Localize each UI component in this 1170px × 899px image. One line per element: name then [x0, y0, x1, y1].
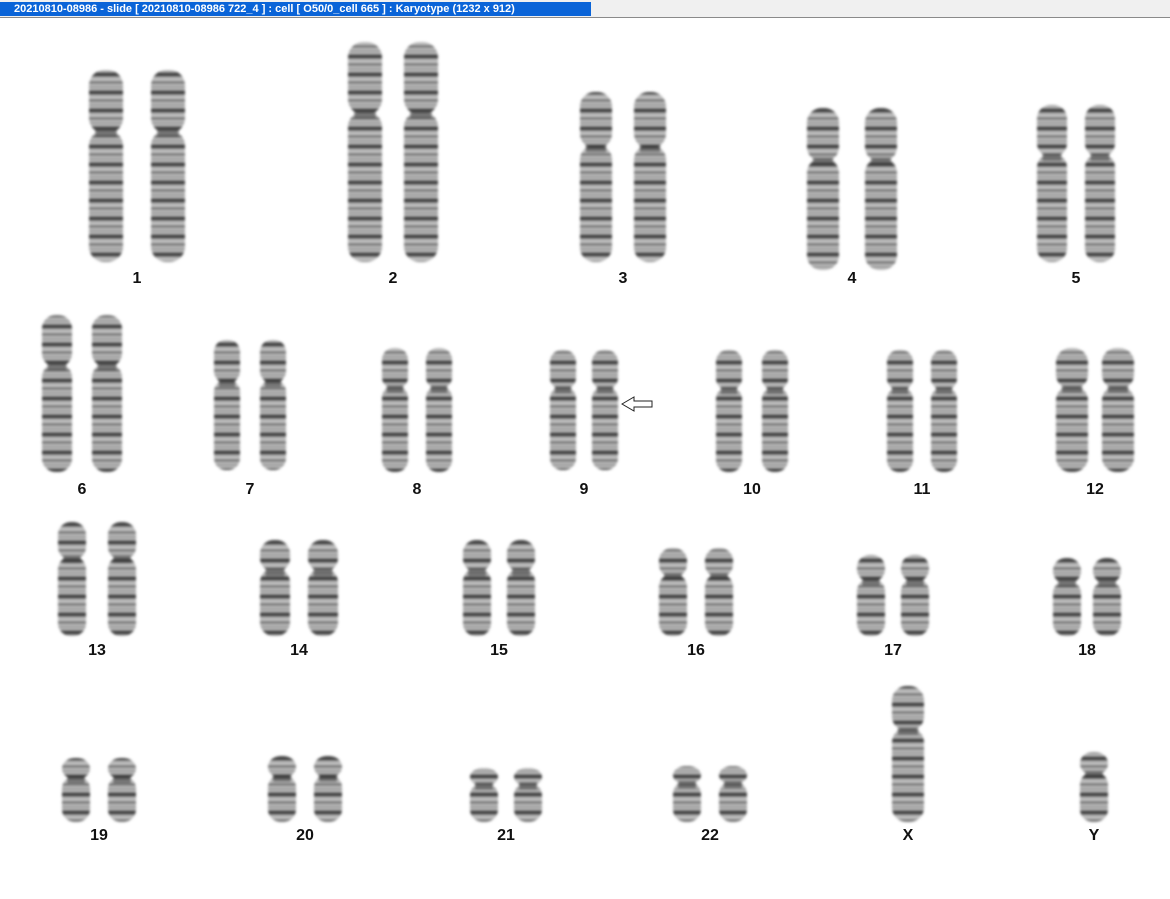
- chromosome-21-a: [470, 768, 498, 822]
- chromosome-label: 11: [914, 481, 931, 498]
- chromosome-pair-13: 13: [58, 522, 136, 659]
- chromosome-8-b: [426, 348, 452, 472]
- chromosome-pair-16: 16: [659, 548, 733, 659]
- chromosome-pair-19: 19: [62, 758, 136, 844]
- chromosome-4-a: [807, 108, 839, 270]
- chromosome-pair-21: 21: [470, 768, 542, 844]
- chromosome-6-b: [92, 315, 122, 472]
- chromosome-label: 12: [1086, 481, 1104, 498]
- chromosome-1-b: [151, 70, 185, 262]
- chromosome-pair-17: 17: [857, 555, 929, 659]
- chromosome-5-b: [1085, 105, 1115, 262]
- chromosome-label: 2: [389, 270, 398, 287]
- chromosome-x: [892, 686, 924, 822]
- chromosome-17-b: [901, 555, 929, 636]
- chromosome-1-a: [89, 70, 123, 262]
- chromosome-22-a: [673, 766, 701, 822]
- chromosome-16-b: [705, 548, 733, 636]
- chromosome-label: 18: [1078, 642, 1096, 659]
- chromosome-3-b: [634, 92, 666, 262]
- chromosome-label: 9: [580, 481, 589, 498]
- karyogram: 1 2 3 4 56 7 8 9 10 11 1213 14 15 16 17 1819 20 21 22 X Y: [42, 42, 1134, 844]
- chromosome-14-a: [260, 540, 290, 636]
- chromosome-16-a: [659, 548, 687, 636]
- chromosome-label: X: [903, 827, 914, 844]
- chromosome-14-b: [308, 540, 338, 636]
- chromosome-pair-y: Y: [1080, 752, 1108, 844]
- chromosome-13-b: [108, 522, 136, 636]
- chromosome-12-a: [1056, 348, 1088, 472]
- chromosome-label: 1: [133, 270, 142, 287]
- chromosome-pair-20: 20: [268, 756, 342, 844]
- chromosome-label: Y: [1089, 827, 1100, 844]
- chromosome-10-a: [716, 350, 742, 472]
- chromosome-pair-22: 22: [673, 766, 747, 844]
- chromosome-pair-2: 2: [348, 42, 438, 287]
- chromosome-17-a: [857, 555, 885, 636]
- chromosome-pair-14: 14: [260, 540, 338, 659]
- chromosome-11-b: [931, 350, 957, 472]
- chromosome-label: 20: [296, 827, 314, 844]
- chromosome-10-b: [762, 350, 788, 472]
- chromosome-pair-8: 8: [382, 348, 452, 498]
- chromosome-pair-18: 18: [1053, 558, 1121, 659]
- chromosome-label: 5: [1072, 270, 1081, 287]
- chromosome-20-a: [268, 756, 296, 822]
- chromosome-label: 7: [246, 481, 255, 498]
- chromosome-pair-7: 7: [214, 340, 286, 498]
- chromosome-label: 22: [701, 827, 719, 844]
- chromosome-label: 16: [687, 642, 705, 659]
- chromosome-label: 4: [848, 270, 857, 287]
- chromosome-18-b: [1093, 558, 1121, 636]
- chromosome-pair-5: 5: [1037, 105, 1115, 287]
- chromosome-9-b: [592, 350, 618, 470]
- chromosome-label: 3: [619, 270, 628, 287]
- chromosome-label: 15: [490, 642, 508, 659]
- window-titlebar: 20210810-08986 - slide [ 20210810-08986 …: [0, 0, 1170, 18]
- chromosome-pair-3: 3: [580, 92, 666, 287]
- chromosome-6-a: [42, 315, 72, 472]
- chromosome-20-b: [314, 756, 342, 822]
- window-title: 20210810-08986 - slide [ 20210810-08986 …: [0, 2, 591, 16]
- chromosome-label: 14: [290, 642, 308, 659]
- chromosome-12-b: [1102, 348, 1134, 472]
- chromosome-21-b: [514, 768, 542, 822]
- chromosome-13-a: [58, 522, 86, 636]
- chromosome-label: 10: [743, 481, 761, 498]
- chromosome-2-a: [348, 42, 382, 262]
- chromosome-3-a: [580, 92, 612, 262]
- chromosome-label: 8: [413, 481, 422, 498]
- chromosome-label: 19: [90, 827, 108, 844]
- chromosome-label: 21: [497, 827, 515, 844]
- chromosome-pair-10: 10: [716, 350, 788, 498]
- chromosome-15-a: [463, 540, 491, 636]
- abnormality-arrow-icon: [621, 396, 653, 412]
- chromosome-pair-4: 4: [807, 108, 897, 287]
- chromosome-7-a: [214, 340, 240, 470]
- chromosome-9-a: [550, 350, 576, 470]
- chromosome-pair-11: 11: [887, 350, 957, 498]
- chromosome-19-a: [62, 758, 90, 822]
- chromosome-label: 17: [884, 642, 902, 659]
- chromosome-15-b: [507, 540, 535, 636]
- chromosome-4-b: [865, 108, 897, 270]
- chromosome-pair-6: 6: [42, 315, 122, 498]
- chromosome-pair-1: 1: [89, 70, 185, 287]
- chromosome-label: 6: [78, 481, 87, 498]
- chromosome-pair-9: 9: [550, 350, 653, 498]
- chromosome-pair-x: X: [892, 686, 924, 844]
- chromosome-8-a: [382, 348, 408, 472]
- chromosome-pair-15: 15: [463, 540, 535, 659]
- chromosome-18-a: [1053, 558, 1081, 636]
- chromosome-11-a: [887, 350, 913, 472]
- chromosome-pair-12: 12: [1056, 348, 1134, 498]
- chromosome-label: 13: [88, 642, 106, 659]
- chromosome-7-b: [260, 340, 286, 470]
- chromosome-19-b: [108, 758, 136, 822]
- chromosome-2-b: [404, 42, 438, 262]
- chromosome-22-b: [719, 766, 747, 822]
- chromosome-y: [1080, 752, 1108, 822]
- chromosome-5-a: [1037, 105, 1067, 262]
